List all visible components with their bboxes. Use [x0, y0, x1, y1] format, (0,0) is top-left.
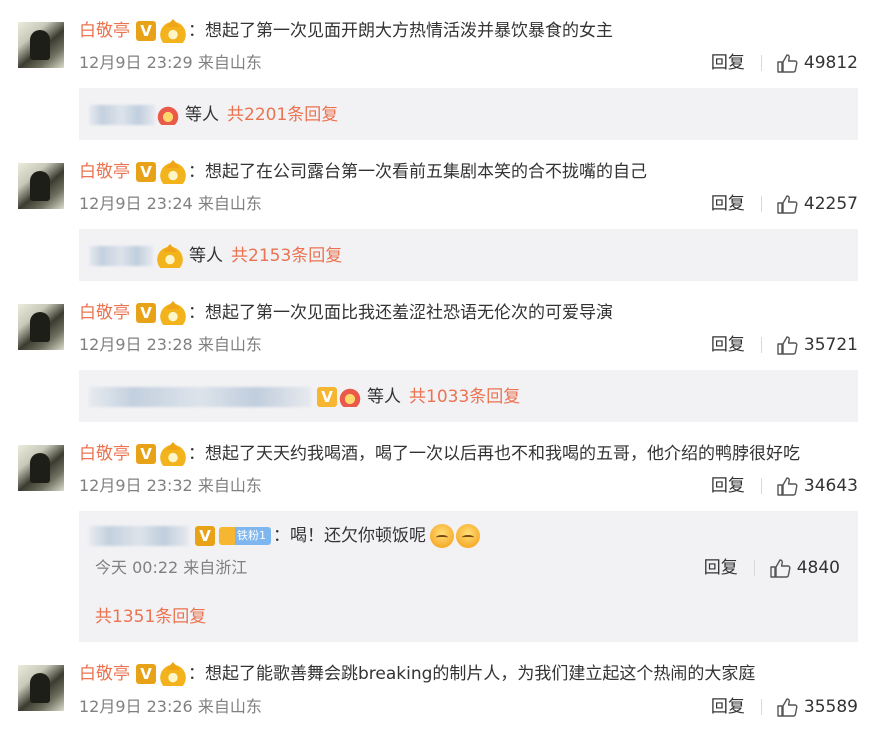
like-count: 34643: [803, 476, 858, 496]
divider: [760, 196, 762, 212]
verified-v-icon: V: [136, 21, 156, 41]
total-replies-link[interactable]: 共2201条回复: [227, 102, 338, 128]
colon-separator: ：: [188, 162, 205, 182]
comment-author[interactable]: 白敬亭: [79, 18, 130, 44]
comment-time: 12月9日 23:24 来自山东: [79, 194, 262, 213]
like-count: 4840: [796, 558, 840, 578]
thumbs-up-icon[interactable]: [776, 697, 798, 717]
reply-button[interactable]: 回复: [711, 473, 745, 499]
verified-v-icon: V: [317, 387, 337, 407]
blurred-usernames: [89, 105, 155, 125]
reply-thread-summary[interactable]: 等人 共2153条回复: [79, 229, 858, 281]
blurred-usernames: [89, 387, 311, 407]
reply-button[interactable]: 回复: [711, 191, 745, 217]
total-replies-link[interactable]: 共2153条回复: [231, 243, 342, 269]
thumbs-up-icon[interactable]: [769, 558, 791, 578]
blurred-username: [89, 526, 189, 546]
reply-thread-summary[interactable]: 等人 共2201条回复: [79, 88, 858, 140]
comment-text: 想起了在公司露台第一次看前五集剧本笑的合不拢嘴的自己: [205, 162, 647, 182]
crown-badge-icon: [160, 19, 186, 43]
verified-v-icon: V: [195, 526, 215, 546]
emoji-icon: [456, 524, 480, 548]
others-label: 等人: [189, 246, 223, 266]
reply-button[interactable]: 回复: [711, 50, 745, 76]
sub-reply-text: 喝！还欠你顿饭呢: [290, 526, 426, 546]
total-replies-link[interactable]: 共1351条回复: [95, 604, 206, 630]
avatar[interactable]: [18, 163, 64, 209]
verified-v-icon: V: [136, 444, 156, 464]
comment-text: 想起了第一次见面开朗大方热情活泼并暴饮暴食的女主: [205, 21, 613, 41]
blurred-usernames: [89, 246, 153, 266]
divider: [760, 55, 762, 71]
divider: [760, 478, 762, 494]
thumbs-up-icon[interactable]: [776, 194, 798, 214]
avatar[interactable]: [18, 22, 64, 68]
others-label: 等人: [367, 387, 401, 407]
avatar[interactable]: [18, 665, 64, 711]
comment-author[interactable]: 白敬亭: [79, 441, 130, 467]
verified-v-icon: V: [136, 162, 156, 182]
sub-reply-time: 今天 00:22 来自浙江: [95, 558, 248, 577]
colon-separator: ：: [188, 444, 205, 464]
fan-level-badge: 铁粉1: [219, 527, 271, 545]
crown-badge-icon: [160, 160, 186, 184]
total-replies-link[interactable]: 共1033条回复: [409, 384, 520, 410]
level-badge-icon: [339, 387, 361, 407]
colon-separator: ：: [273, 526, 290, 546]
avatar[interactable]: [18, 304, 64, 350]
divider: [753, 560, 755, 576]
reply-button[interactable]: 回复: [704, 555, 738, 581]
comment-text: 想起了第一次见面比我还羞涩社恐语无伦次的可爱导演: [205, 303, 613, 323]
crown-badge-icon: [160, 301, 186, 325]
divider: [760, 337, 762, 353]
comment-time: 12月9日 23:26 来自山东: [79, 697, 262, 716]
verified-v-icon: V: [136, 664, 156, 684]
verified-v-icon: V: [136, 303, 156, 323]
comment-time: 12月9日 23:28 来自山东: [79, 335, 262, 354]
thumbs-up-icon[interactable]: [776, 476, 798, 496]
crown-badge-icon: [160, 442, 186, 466]
comment-time: 12月9日 23:32 来自山东: [79, 476, 262, 495]
level-badge-icon: [157, 105, 179, 125]
colon-separator: ：: [188, 664, 205, 684]
reply-button[interactable]: 回复: [711, 694, 745, 720]
comment-time: 12月9日 23:29 来自山东: [79, 53, 262, 72]
crown-badge-icon: [160, 662, 186, 686]
colon-separator: ：: [188, 21, 205, 41]
thumbs-up-icon[interactable]: [776, 53, 798, 73]
comment-author[interactable]: 白敬亭: [79, 159, 130, 185]
like-count: 35721: [803, 335, 858, 355]
like-count: 35589: [803, 697, 858, 717]
comment-text: 想起了能歌善舞会跳breaking的制片人，为我们建立起这个热闹的大家庭: [205, 664, 756, 684]
like-count: 42257: [803, 194, 858, 214]
avatar[interactable]: [18, 445, 64, 491]
others-label: 等人: [185, 105, 219, 125]
comment-author[interactable]: 白敬亭: [79, 661, 130, 687]
colon-separator: ：: [188, 303, 205, 323]
reply-thread-summary[interactable]: V 等人 共1033条回复: [79, 370, 858, 422]
emoji-icon: [430, 524, 454, 548]
like-count: 49812: [803, 53, 858, 73]
reply-thread: V 铁粉1 ： 喝！还欠你顿饭呢 今天 00:22 来自浙江 回复 4840 共…: [79, 511, 858, 642]
divider: [760, 699, 762, 715]
reply-button[interactable]: 回复: [711, 332, 745, 358]
comment-author[interactable]: 白敬亭: [79, 300, 130, 326]
comment-text: 想起了天天约我喝酒，喝了一次以后再也不和我喝的五哥，他介绍的鸭脖很好吃: [205, 444, 800, 464]
thumbs-up-icon[interactable]: [776, 335, 798, 355]
crown-badge-icon: [157, 244, 183, 268]
